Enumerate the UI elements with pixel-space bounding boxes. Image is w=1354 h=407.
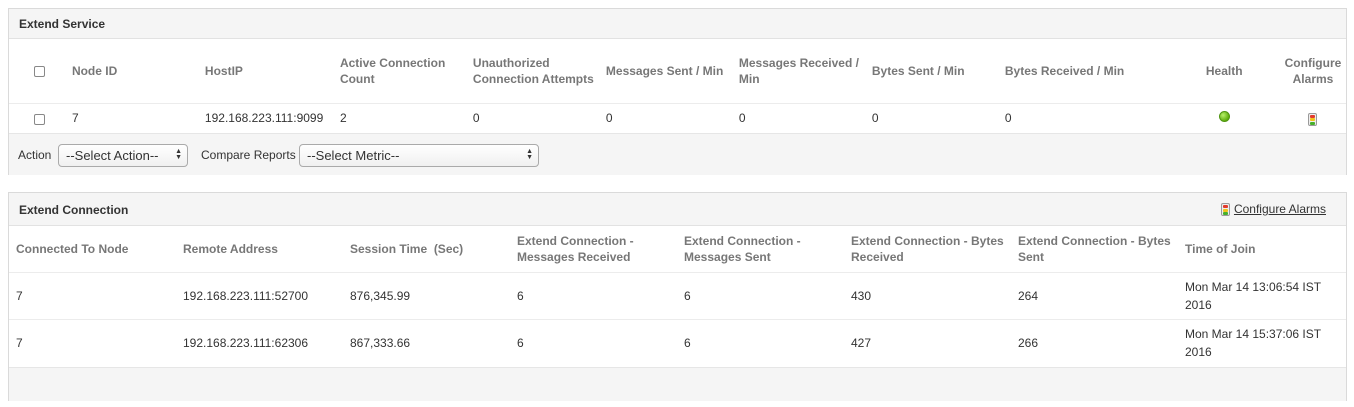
messages-received-cell: 6 (517, 335, 524, 350)
extend-connection-table: Connected To Node Remote Address Session… (9, 226, 1346, 366)
col-active-connection-count[interactable]: Active Connection Count (340, 39, 473, 103)
table-footer (9, 367, 1346, 401)
select-arrows-icon: ▲ ▼ (526, 148, 533, 161)
host-ip-cell: 192.168.223.111:9099 (204, 111, 324, 126)
messages-received-cell: 0 (738, 111, 746, 126)
metric-select[interactable]: --Select Metric-- ▲ ▼ (299, 144, 539, 167)
connected-node-cell: 7 (16, 335, 23, 350)
action-label: Action (18, 148, 52, 162)
col-configure-alarms: Configure Alarms (1284, 55, 1342, 86)
action-select-value: --Select Action-- (66, 148, 159, 163)
remote-address-cell: 192.168.223.111:52700 (183, 288, 309, 303)
select-all-checkbox[interactable] (34, 66, 45, 78)
col-messages-sent[interactable]: Extend Connection - Messages Sent (677, 226, 844, 272)
col-messages-received[interactable]: Extend Connection - Messages Received (510, 226, 677, 272)
unauthorized-attempts-cell: 0 (472, 111, 480, 126)
connected-node-cell: 7 (16, 288, 23, 303)
extend-service-table: Node ID HostIP Active Connection Count U… (9, 39, 1346, 133)
col-bytes-received[interactable]: Extend Connection - Bytes Received (844, 226, 1011, 272)
extend-service-title: Extend Service (19, 17, 106, 31)
col-connected-to-node[interactable]: Connected To Node (9, 226, 176, 272)
table-row[interactable]: 7 192.168.223.111:52700 876,345.99 6 6 4… (9, 272, 1346, 319)
col-host-ip[interactable]: HostIP (205, 39, 340, 103)
extend-service-header: Extend Service (9, 9, 1346, 39)
action-select[interactable]: --Select Action-- ▲ ▼ (58, 144, 188, 167)
messages-sent-cell: 6 (684, 335, 691, 350)
col-bytes-sent[interactable]: Bytes Sent / Min (872, 39, 1005, 103)
action-bar: Action --Select Action-- ▲ ▼ Compare Repo… (9, 133, 1346, 175)
configure-alarms-link[interactable]: Configure Alarms (1220, 202, 1326, 217)
time-of-join-cell: Mon Mar 14 15:37:06 IST 2016 (1185, 326, 1321, 359)
row-checkbox[interactable] (34, 113, 45, 125)
table-row[interactable]: 7 192.168.223.111:62306 867,333.66 6 6 4… (9, 319, 1346, 366)
metric-select-value: --Select Metric-- (307, 148, 400, 163)
compare-reports-label: Compare Reports (201, 148, 296, 162)
remote-address-cell: 192.168.223.111:62306 (183, 335, 309, 350)
active-connection-count-cell: 2 (339, 111, 347, 126)
col-bytes-received[interactable]: Bytes Received / Min (1005, 39, 1179, 103)
bytes-received-cell: 430 (851, 288, 872, 303)
bytes-received-cell: 427 (851, 335, 872, 350)
bytes-sent-cell: 266 (1018, 335, 1039, 350)
col-node-id[interactable]: Node ID (72, 39, 205, 103)
col-time-of-join[interactable]: Time of Join (1178, 226, 1346, 272)
col-messages-received[interactable]: Messages Received / Min (739, 39, 872, 103)
node-id-cell: 7 (71, 111, 79, 126)
session-time-cell: 876,345.99 (350, 288, 411, 303)
col-unauthorized-attempts[interactable]: Unauthorized Connection Attempts (473, 39, 606, 103)
traffic-light-alarm-icon[interactable] (1308, 112, 1318, 126)
session-time-cell: 867,333.66 (350, 335, 411, 350)
messages-sent-cell: 0 (605, 111, 613, 126)
select-arrows-icon: ▲ ▼ (175, 148, 182, 161)
time-of-join-cell: Mon Mar 14 13:06:54 IST 2016 (1185, 279, 1321, 312)
traffic-light-alarm-icon (1220, 203, 1230, 217)
col-bytes-sent[interactable]: Extend Connection - Bytes Sent (1011, 226, 1178, 272)
configure-alarms-label: Configure Alarms (1233, 202, 1326, 216)
extend-connection-header: Extend Connection Configure Alarms (9, 193, 1346, 226)
table-row[interactable]: 7 192.168.223.111:9099 2 0 0 0 0 0 (9, 103, 1346, 133)
extend-service-panel: Extend Service Node ID HostIP Active Con… (8, 8, 1347, 175)
col-health: Health (1205, 63, 1243, 78)
health-status-icon (1218, 111, 1230, 123)
bytes-received-cell: 0 (1004, 111, 1012, 126)
col-messages-sent[interactable]: Messages Sent / Min (606, 39, 739, 103)
messages-sent-cell: 6 (684, 288, 691, 303)
table-header-row: Node ID HostIP Active Connection Count U… (9, 39, 1346, 103)
messages-received-cell: 6 (517, 288, 524, 303)
bytes-sent-cell: 264 (1018, 288, 1039, 303)
extend-connection-panel: Extend Connection Configure Alarms Conne… (8, 192, 1347, 401)
bytes-sent-cell: 0 (871, 111, 879, 126)
col-remote-address[interactable]: Remote Address (176, 226, 343, 272)
col-session-time[interactable]: Session Time (Sec) (343, 226, 510, 272)
table-header-row: Connected To Node Remote Address Session… (9, 226, 1346, 272)
extend-connection-title: Extend Connection (19, 203, 129, 217)
